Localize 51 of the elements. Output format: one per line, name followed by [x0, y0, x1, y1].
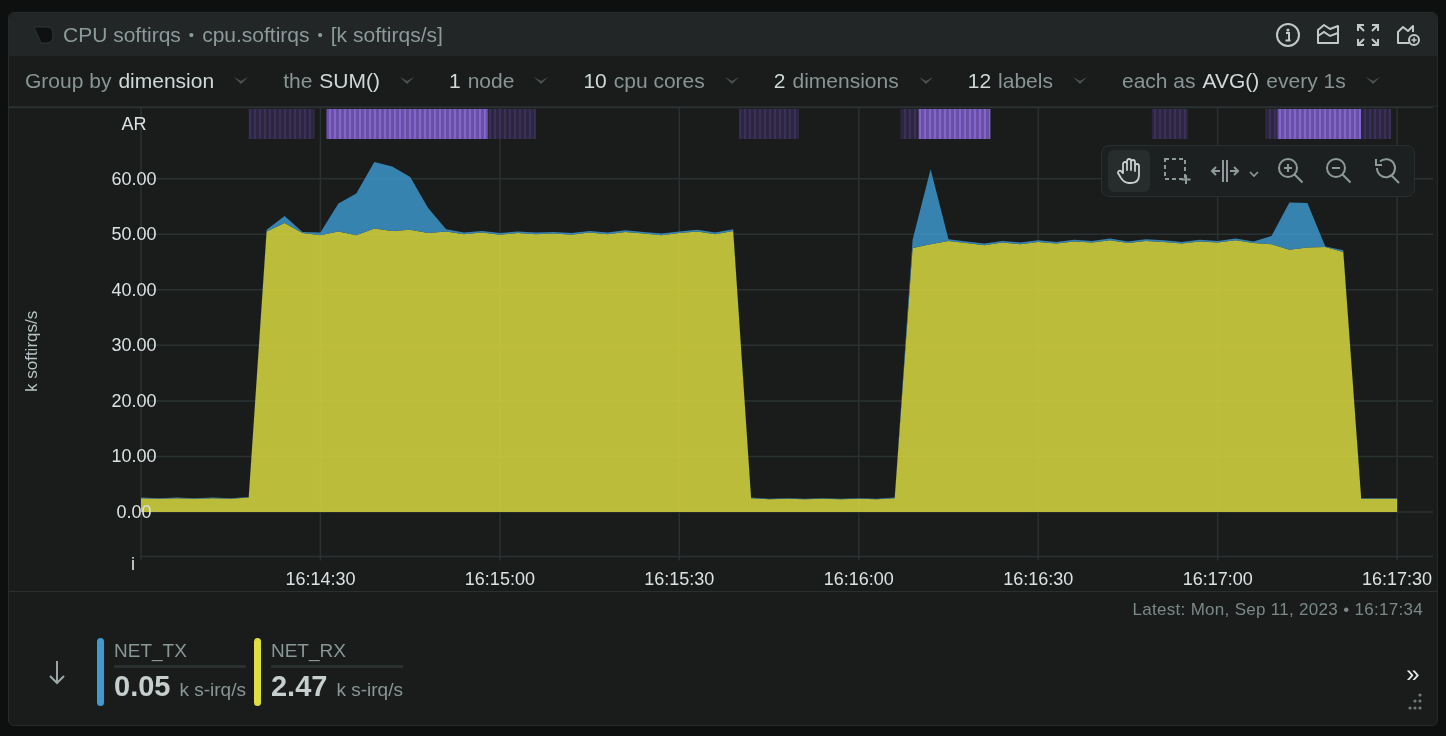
chart-title: CPU softirqs [63, 22, 181, 47]
x-tick-label: 16:16:00 [823, 569, 894, 589]
y-tick-label: 10.00 [111, 446, 157, 467]
y-tick-label: 40.00 [111, 279, 157, 300]
y-tick-label: 30.00 [111, 335, 157, 356]
hand-icon [1116, 157, 1142, 185]
context-name: cpu.softirqs [202, 22, 310, 47]
filter-dropdown[interactable]: 12 labels [959, 69, 1088, 93]
x-tick-label: 16:14:30 [285, 569, 356, 589]
legend-value: 2.47 [270, 670, 328, 703]
filter-dropdown[interactable]: the SUM() [275, 69, 415, 93]
units-label: [k softirqs/s] [330, 22, 443, 47]
y-axis-label: k softirqs/s [22, 310, 42, 392]
chevron-down-icon [399, 76, 415, 86]
legend-name: NET_TX [114, 639, 188, 664]
fullscreen-icon[interactable] [1355, 21, 1381, 48]
filter-dropdown[interactable]: 2 dimensions [765, 69, 934, 93]
dashed-selection-icon [1163, 157, 1191, 185]
x-tick-label: 16:15:30 [644, 569, 715, 589]
y-tick-label: 20.00 [111, 390, 157, 411]
arrow-down-icon[interactable] [47, 659, 67, 685]
chevron-down-icon [533, 76, 550, 86]
separator-dot: • [317, 26, 323, 43]
legend-value: 0.05 [114, 670, 171, 703]
x-tick-label: 16:17:00 [1182, 569, 1253, 589]
filter-dropdown[interactable]: 1 node [441, 69, 550, 93]
band-label: AR [121, 114, 147, 134]
separator-dot: • [188, 26, 195, 43]
zoom-out-icon [1325, 157, 1353, 185]
chevron-down-icon [233, 76, 250, 86]
expand-button[interactable]: » [1406, 662, 1420, 686]
reset-zoom-icon [1373, 157, 1401, 185]
y-tick-label: 60.00 [111, 168, 157, 189]
legend-unit: k s-irq/s [336, 679, 403, 701]
x-tick-label: 16:15:00 [464, 569, 535, 589]
y-tick-label: 50.00 [111, 224, 157, 245]
filter-dropdown[interactable]: Group by dimension [17, 69, 250, 93]
legend-name: NET_RX [270, 639, 347, 664]
caret-icon[interactable] [1248, 170, 1260, 178]
zoom-in-icon [1277, 157, 1305, 185]
pan-tool[interactable] [1108, 150, 1150, 192]
x-tick-label: 16:17:30 [1362, 569, 1433, 589]
band-label: i [131, 554, 135, 574]
split-arrows-icon [1210, 158, 1240, 184]
legend-unit: k s-irq/s [179, 679, 246, 701]
latest-timestamp: Latest: Mon, Sep 11, 2023 • 16:17:34 [1132, 600, 1423, 620]
x-tick-label: 16:16:30 [1003, 569, 1074, 589]
filter-dropdown[interactable]: 10 cpu cores [575, 69, 740, 93]
info-icon[interactable] [1275, 21, 1301, 48]
y-tick-label: 0.00 [116, 502, 152, 523]
filter-dropdown[interactable]: each as AVG() every 1s [1113, 69, 1381, 93]
